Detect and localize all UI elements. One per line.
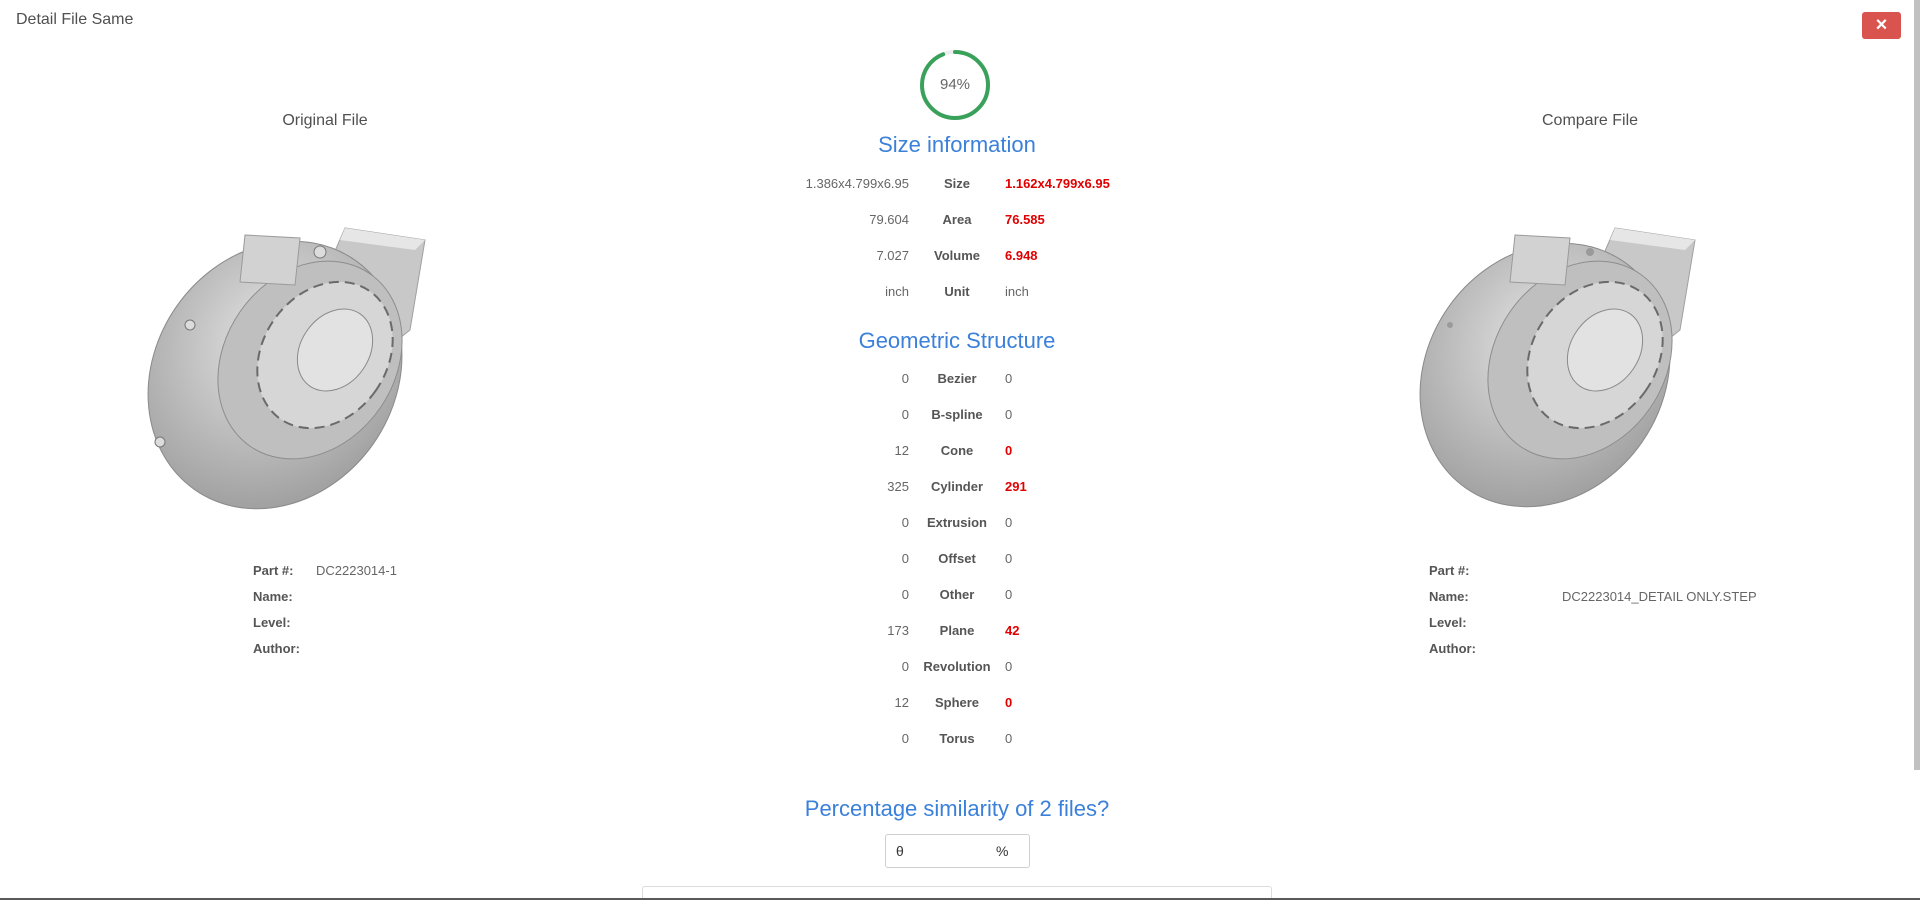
comparison-row-volume: 7.027 Volume 6.948 xyxy=(757,237,1157,273)
comparison-row-extrusion: 0 Extrusion 0 xyxy=(757,504,1157,540)
attribute-label: Cylinder xyxy=(930,478,983,494)
comparison-row-b-spline: 0 B-spline 0 xyxy=(757,396,1157,432)
attribute-label: B-spline xyxy=(931,406,983,422)
meta-row-part: Part #: xyxy=(1429,562,1470,578)
comparison-row-area: 79.604 Area 76.585 xyxy=(757,201,1157,237)
compare-value: 0 xyxy=(1005,370,1013,386)
attribute-label: Size xyxy=(943,175,970,191)
compare-value: 42 xyxy=(1005,622,1020,638)
attribute-label: Volume xyxy=(934,247,980,263)
original-value: 7.027 xyxy=(876,247,909,263)
original-value: 0 xyxy=(901,370,909,386)
original-value: 0 xyxy=(901,730,909,746)
compare-value: 0 xyxy=(1005,658,1013,674)
compare-file-meta: Part #: Name: DC2223014_DETAIL ONLY.STEP… xyxy=(1429,557,1757,661)
attribute-label: Plane xyxy=(939,622,975,638)
original-value: 12 xyxy=(894,694,909,710)
original-value: 0 xyxy=(901,406,909,422)
compare-file-heading: Compare File xyxy=(1541,112,1639,129)
original-value: 173 xyxy=(887,622,909,638)
compare-value: 0 xyxy=(1005,586,1013,602)
size-information-title: Size information xyxy=(878,132,1036,157)
original-value: 0 xyxy=(901,586,909,602)
compare-file-panel: Compare File Part #: Name: DC2223014_DET… xyxy=(1265,0,1915,900)
compare-value: 0 xyxy=(1005,730,1013,746)
comparison-row-sphere: 12 Sphere 0 xyxy=(757,684,1157,720)
attribute-label: Cone xyxy=(940,442,974,458)
meta-row-part: Part #: DC2223014-1 xyxy=(253,562,397,578)
attribute-label: Offset xyxy=(938,550,976,566)
original-value: 0 xyxy=(901,514,909,530)
geometric-structure-title: Geometric Structure xyxy=(858,328,1056,353)
meta-row-author: Author: xyxy=(253,640,300,656)
comparison-row-cone: 12 Cone 0 xyxy=(757,432,1157,468)
compare-value: 6.948 xyxy=(1005,247,1038,263)
vertical-scrollbar[interactable] xyxy=(1914,0,1920,770)
original-value: 0 xyxy=(901,550,909,566)
comparison-row-bezier: 0 Bezier 0 xyxy=(757,360,1157,396)
compare-model-preview xyxy=(1419,227,1696,508)
comparison-row-cylinder: 325 Cylinder 291 xyxy=(757,468,1157,504)
comparison-row-revolution: 0 Revolution 0 xyxy=(757,648,1157,684)
attribute-label: Bezier xyxy=(937,370,977,386)
original-value: inch xyxy=(885,283,909,299)
original-model-preview xyxy=(147,227,426,510)
compare-value: 0 xyxy=(1005,694,1013,710)
compare-value: 1.162x4.799x6.95 xyxy=(1005,175,1110,191)
meta-row-level: Level: xyxy=(253,614,291,630)
meta-row-level: Level: xyxy=(1429,614,1467,630)
compare-value: 0 xyxy=(1005,514,1013,530)
attribute-label: Other xyxy=(939,586,975,602)
comparison-row-size: 1.386x4.799x6.95 Size 1.162x4.799x6.95 xyxy=(757,165,1157,201)
meta-row-name: Name: DC2223014_DETAIL ONLY.STEP xyxy=(1429,588,1757,604)
comparison-row-unit: inch Unit inch xyxy=(757,273,1157,309)
compare-value: 0 xyxy=(1005,406,1013,422)
meta-row-author: Author: xyxy=(1429,640,1476,656)
compare-value: 0 xyxy=(1005,550,1013,566)
percentage-input[interactable] xyxy=(896,843,996,859)
original-file-meta: Part #: DC2223014-1 Name: Level: Author: xyxy=(253,557,397,661)
attribute-label: Revolution xyxy=(923,658,991,674)
attribute-label: Sphere xyxy=(934,694,980,710)
original-value: 1.386x4.799x6.95 xyxy=(805,175,909,191)
percentage-input-group: % xyxy=(885,834,1030,868)
similarity-value: 94% xyxy=(939,76,971,93)
compare-value: 76.585 xyxy=(1005,211,1045,227)
comparison-row-offset: 0 Offset 0 xyxy=(757,540,1157,576)
meta-row-name: Name: xyxy=(253,588,293,604)
attribute-label: Area xyxy=(942,211,972,227)
percentage-similarity-title: Percentage similarity of 2 files? xyxy=(804,796,1110,821)
compare-value: 291 xyxy=(1005,478,1027,494)
original-value: 12 xyxy=(894,442,909,458)
attribute-label: Extrusion xyxy=(927,514,987,530)
compare-value: inch xyxy=(1005,283,1029,299)
original-value: 79.604 xyxy=(869,211,909,227)
comparison-row-torus: 0 Torus 0 xyxy=(757,720,1157,756)
attribute-label: Unit xyxy=(944,283,970,299)
comparison-panel: 94% Size information 1.386x4.799x6.95 Siz… xyxy=(642,0,1272,900)
original-file-heading: Original File xyxy=(282,112,368,129)
comparison-row-other: 0 Other 0 xyxy=(757,576,1157,612)
attribute-label: Torus xyxy=(939,730,975,746)
percent-suffix: % xyxy=(996,843,1009,859)
original-file-panel: Original File Part #: DC2223014-1 Name: … xyxy=(0,0,650,900)
original-value: 325 xyxy=(887,478,909,494)
original-value: 0 xyxy=(901,658,909,674)
compare-value: 0 xyxy=(1005,442,1013,458)
detail-file-same-modal: Detail File Same × Original File Part #:… xyxy=(0,0,1920,900)
comparison-row-plane: 173 Plane 42 xyxy=(757,612,1157,648)
